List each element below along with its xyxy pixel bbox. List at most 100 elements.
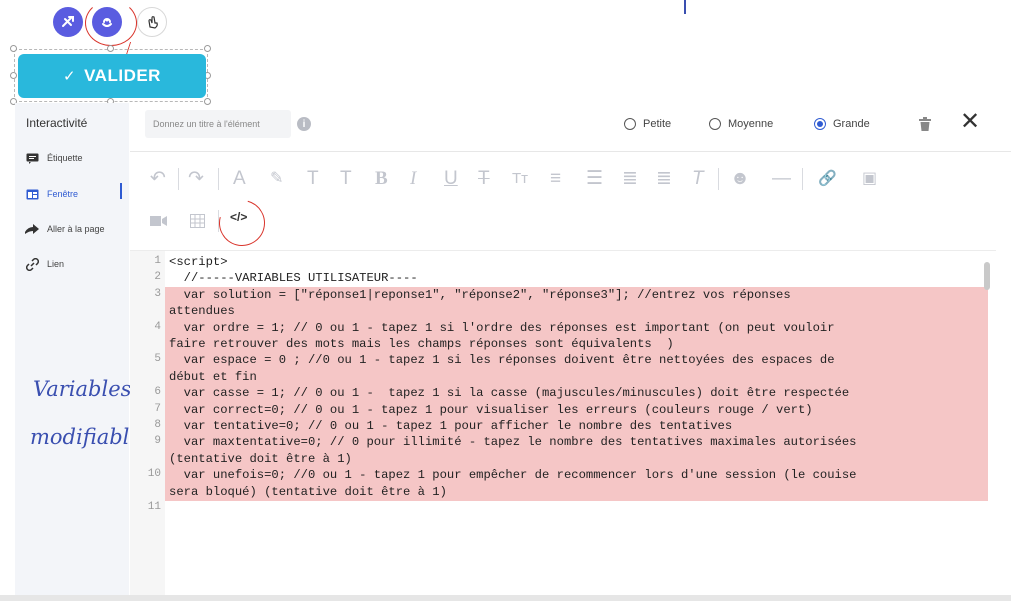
interaction-off-icon[interactable] (53, 7, 83, 37)
resize-handle[interactable] (10, 72, 17, 79)
arrow-right-icon (25, 223, 39, 235)
code-line[interactable]: 5 var espace = 0 ; //0 ou 1 - tapez 1 si… (130, 353, 988, 369)
code-line[interactable]: sera bloqué) (tentative doit être à 1) (130, 485, 988, 501)
code-text: <script> (169, 255, 228, 269)
size-option-large[interactable]: Grande (814, 118, 870, 130)
underline-icon[interactable]: U (444, 168, 458, 190)
line-number: 8 (154, 419, 161, 431)
code-text: attendues (169, 304, 235, 319)
outdent-icon[interactable]: ≣ (622, 168, 638, 190)
line-number: 1 (154, 255, 161, 267)
annotation-text-line1: Variables (33, 377, 132, 401)
label-icon (25, 152, 39, 164)
code-line[interactable]: 2 //-----VARIABLES UTILISATEUR---- (130, 271, 988, 287)
code-text: var correct=0; // 0 ou 1 - tapez 1 pour … (169, 402, 813, 417)
code-text: faire retrouver des mots mais les champs… (169, 337, 674, 351)
clear-format-icon[interactable]: T (692, 168, 704, 190)
text-case-icon[interactable]: Tт (512, 168, 528, 190)
active-indicator (120, 183, 122, 199)
text-color-icon[interactable]: A (233, 168, 246, 190)
video-icon[interactable] (150, 214, 168, 228)
code-text: var unefois=0; //0 ou 1 - tapez 1 pour e… (169, 468, 857, 483)
emoji-icon[interactable]: ☻ (730, 168, 750, 190)
link-icon[interactable]: 🔗 (818, 168, 837, 190)
scrollbar-thumb[interactable] (984, 262, 990, 290)
sidebar-title: Interactivité (26, 116, 88, 130)
code-line[interactable]: 11 (130, 501, 988, 517)
italic-icon[interactable]: I (410, 168, 416, 190)
code-text: var maxtentative=0; // 0 pour illimité -… (169, 435, 857, 450)
resize-handle[interactable] (107, 45, 114, 52)
resize-handle[interactable] (10, 45, 17, 52)
toolbar-separator (178, 168, 179, 190)
code-line[interactable]: attendues (130, 304, 988, 320)
code-line[interactable]: début et fin (130, 370, 988, 386)
link-icon (25, 257, 39, 271)
code-line[interactable]: 6 var casse = 1; // 0 ou 1 - tapez 1 si … (130, 386, 988, 402)
font-size-increase-icon[interactable]: T (307, 168, 319, 190)
code-text: var solution = ["réponse1|reponse1", "ré… (169, 287, 791, 302)
code-line[interactable]: 3 var solution = ["réponse1|reponse1", "… (130, 288, 988, 304)
code-text: //-----VARIABLES UTILISATEUR---- (169, 271, 418, 286)
font-size-decrease-icon[interactable]: T (340, 168, 352, 190)
resize-handle[interactable] (204, 98, 211, 105)
sidebar-item-goto-page[interactable]: Aller à la page (25, 223, 105, 235)
sidebar-item-link[interactable]: Lien (25, 257, 64, 271)
annotation-circle (210, 191, 274, 255)
code-line[interactable]: faire retrouver des mots mais les champs… (130, 337, 988, 353)
toolbar-separator (218, 168, 219, 190)
line-number: 4 (154, 320, 161, 333)
strikethrough-icon[interactable]: T (478, 168, 490, 190)
radio-icon (709, 118, 721, 130)
code-line[interactable]: 1 <script> (130, 255, 988, 271)
sidebar-item-label[interactable]: Étiquette (25, 152, 83, 164)
sidebar-item-window[interactable]: Fenêtre (25, 188, 78, 200)
editor-screen: ✓ VALIDER Interactivité Étiquette Fenêtr… (0, 0, 1011, 601)
window-icon (25, 188, 39, 200)
horizontal-rule-icon[interactable]: — (772, 168, 791, 190)
list-icon[interactable]: ☰ (586, 168, 603, 190)
check-icon: ✓ (63, 68, 77, 85)
code-line[interactable]: 7 var correct=0; // 0 ou 1 - tapez 1 pou… (130, 403, 988, 419)
annotation-stroke (684, 0, 686, 14)
undo-icon[interactable]: ↶ (150, 168, 166, 190)
code-text: var ordre = 1; // 0 ou 1 - tapez 1 si l'… (169, 320, 835, 335)
code-text: var espace = 0 ; //0 ou 1 - tapez 1 si l… (169, 353, 835, 368)
validate-button[interactable]: ✓ VALIDER (18, 54, 206, 98)
code-line[interactable]: 9 var maxtentative=0; // 0 pour illimité… (130, 435, 988, 451)
code-line[interactable]: (tentative doit être à 1) (130, 452, 988, 468)
line-number: 5 (154, 353, 161, 366)
image-icon[interactable]: ▣ (862, 168, 877, 190)
size-option-small[interactable]: Petite (624, 118, 671, 130)
line-number: 9 (154, 435, 161, 448)
code-text: début et fin (169, 369, 257, 384)
radio-icon (624, 118, 636, 130)
line-number: 10 (147, 468, 161, 481)
toolbar-separator (718, 168, 719, 190)
interactivity-sidebar: Interactivité Étiquette Fenêtre Aller à … (15, 103, 129, 601)
highlighter-icon[interactable]: ✎ (270, 168, 283, 190)
element-title-input[interactable]: Donnez un titre à l'élément (145, 110, 291, 138)
line-number: 3 (154, 287, 161, 300)
redo-icon[interactable]: ↷ (188, 168, 204, 190)
resize-handle[interactable] (204, 45, 211, 52)
close-icon[interactable]: ✕ (960, 110, 980, 134)
align-icon[interactable]: ≡ (550, 168, 561, 190)
line-number: 7 (154, 402, 161, 415)
code-line[interactable]: 10 var unefois=0; //0 ou 1 - tapez 1 pou… (130, 468, 988, 484)
divider (130, 151, 1011, 152)
code-editor[interactable]: 1 <script> 2 //-----VARIABLES UTILISATEUR-… (130, 250, 996, 595)
bottom-border (0, 595, 1011, 601)
code-text: sera bloqué) (tentative doit être à 1) (169, 484, 447, 499)
table-icon[interactable] (190, 214, 205, 228)
indent-icon[interactable]: ≣ (656, 168, 672, 190)
code-line[interactable]: 8 var tentative=0; // 0 ou 1 - tapez 1 p… (130, 419, 988, 435)
info-icon[interactable]: i (297, 117, 311, 131)
trash-icon[interactable] (919, 117, 931, 131)
size-option-medium[interactable]: Moyenne (709, 118, 773, 130)
code-text: var tentative=0; // 0 ou 1 - tapez 1 pou… (169, 419, 733, 433)
code-line[interactable]: 4 var ordre = 1; // 0 ou 1 - tapez 1 si … (130, 321, 988, 337)
hand-pointer-icon[interactable] (137, 7, 167, 37)
bold-icon[interactable]: B (375, 168, 388, 190)
line-number: 2 (154, 271, 161, 284)
